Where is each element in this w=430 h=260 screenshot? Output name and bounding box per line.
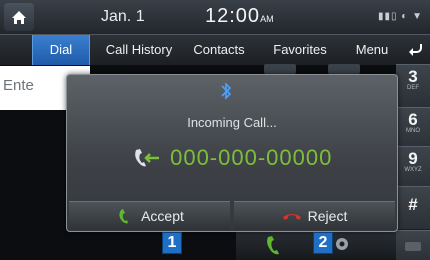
tab-favorites[interactable]: Favorites — [262, 35, 338, 65]
tab-contacts[interactable]: Contacts — [186, 35, 252, 65]
phone-call-icon — [267, 236, 279, 255]
bluetooth-icon — [221, 82, 232, 100]
reject-phone-icon — [282, 214, 301, 221]
tab-call-history[interactable]: Call History — [98, 35, 180, 65]
status-bar: Jan. 1 12:00AM ▮▮▯ ◐ ▼ — [0, 0, 430, 34]
back-icon — [409, 44, 422, 56]
callout-badge-1: 1 — [162, 232, 182, 254]
reject-label: Reject — [307, 208, 348, 224]
tab-dial[interactable]: Dial — [32, 35, 90, 65]
status-icons: ▮▮▯ ◐ ▼ — [378, 11, 424, 22]
home-button[interactable] — [4, 3, 34, 31]
keypad-key-6[interactable]: 6 MNO — [396, 107, 430, 150]
clock-time-value: 12:00 — [205, 5, 261, 27]
tab-bar: Dial Call History Contacts Favorites Men… — [0, 34, 430, 65]
caller-number-row: 000-000-00000 — [67, 145, 397, 177]
number-entry-placeholder: Ente — [3, 77, 34, 94]
accept-label: Accept — [141, 208, 184, 224]
key-digit: # — [408, 195, 418, 214]
clock-ampm: AM — [260, 14, 274, 24]
menu-button[interactable]: Menu — [349, 35, 395, 65]
caller-number: 000-000-00000 — [170, 145, 333, 170]
keypad-key-hash[interactable]: # — [396, 186, 430, 229]
key-letters: WXYZ — [404, 167, 422, 173]
keypad-key-3[interactable]: 3 DEF — [396, 64, 430, 107]
date-text: Jan. 1 — [101, 8, 145, 25]
keypad-key-1-edge — [264, 64, 296, 74]
accept-phone-icon — [119, 209, 129, 224]
accept-button[interactable]: Accept — [69, 201, 230, 230]
reject-button[interactable]: Reject — [234, 201, 395, 230]
incoming-call-popup: Incoming Call... 000-000-00000 Accept Re… — [66, 74, 398, 232]
callout-badge-2: 2 — [313, 232, 333, 254]
incoming-call-label: Incoming Call... — [187, 115, 277, 130]
delete-icon — [405, 242, 421, 251]
clock-time: 12:00AM — [205, 5, 274, 28]
keypad-key-9[interactable]: 9 WXYZ — [396, 146, 430, 189]
phone-screen: Jan. 1 12:00AM ▮▮▯ ◐ ▼ Dial Call History… — [0, 0, 430, 260]
gear-icon — [336, 238, 348, 250]
key-digit: 6 — [408, 110, 418, 129]
key-letters: MNO — [406, 128, 420, 134]
keypad-key-2-edge — [328, 64, 360, 74]
home-icon — [12, 11, 26, 24]
key-letters: DEF — [407, 85, 419, 91]
keypad-delete-key[interactable] — [396, 230, 430, 260]
back-button[interactable] — [404, 35, 430, 65]
key-digit: 3 — [408, 67, 418, 86]
incoming-call-icon — [134, 149, 159, 167]
key-digit: 9 — [408, 149, 418, 168]
